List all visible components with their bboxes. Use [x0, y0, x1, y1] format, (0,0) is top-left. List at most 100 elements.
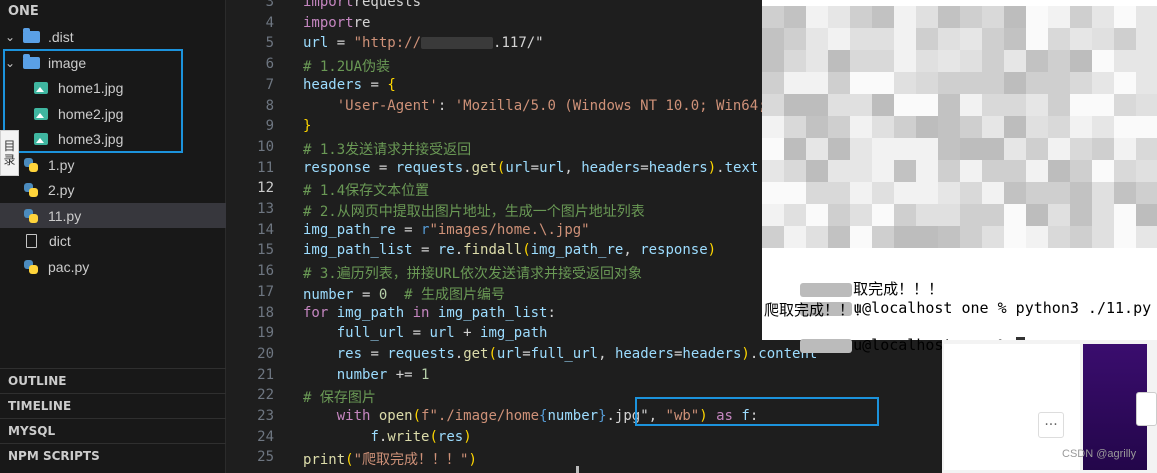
- redaction-tile: [1136, 94, 1157, 116]
- code-line: headers = {: [303, 77, 396, 93]
- redacted-block: [800, 338, 853, 353]
- code-token: requests: [387, 345, 455, 362]
- code-token: url: [496, 345, 523, 362]
- panel-timeline[interactable]: TIMELINE: [0, 393, 226, 418]
- tree-item-label: 1.py: [48, 156, 75, 173]
- redaction-tile: [960, 50, 982, 72]
- code-token: headers: [303, 76, 363, 93]
- line-number: 16: [257, 263, 274, 280]
- redaction-tile: [1070, 28, 1092, 50]
- redaction-tile: [828, 160, 850, 182]
- redaction-tile: [828, 116, 850, 138]
- panel-outline[interactable]: OUTLINE: [0, 368, 226, 393]
- tree-item-pacpy[interactable]: pac.py: [0, 254, 226, 279]
- code-token: =: [353, 286, 379, 303]
- code-token: number: [547, 408, 599, 424]
- code-line: f.write(res): [303, 428, 472, 445]
- code-token: headers: [648, 159, 708, 176]
- code-token: full_url: [530, 345, 599, 362]
- code-token: .: [454, 242, 464, 259]
- redaction-tile: [938, 182, 960, 204]
- redaction-tile: [762, 138, 784, 160]
- redaction-tile: [916, 50, 938, 72]
- code-token: "images/home.\.jpg": [429, 221, 590, 238]
- redaction-tile: [916, 138, 938, 160]
- directory-side-tab[interactable]: 目 录: [0, 130, 19, 176]
- redaction-tile: [982, 28, 1004, 50]
- code-token: .: [716, 159, 725, 176]
- redaction-tile: [1092, 72, 1114, 94]
- code-token: .: [463, 159, 472, 176]
- tree-item-1py[interactable]: 1.py: [0, 152, 226, 177]
- redaction-tile: [938, 6, 960, 28]
- redaction-tile: [1048, 160, 1070, 182]
- code-token: ): [707, 159, 717, 176]
- redaction-tile: [1026, 28, 1048, 50]
- code-token: # 生成图片编号: [404, 286, 506, 303]
- redaction-tile: [1048, 226, 1070, 248]
- code-token: (: [488, 345, 497, 362]
- redaction-tile: [872, 160, 894, 182]
- redaction-tile: [806, 94, 828, 116]
- redaction-tile: [1070, 72, 1092, 94]
- redaction-tile: [1092, 6, 1114, 28]
- line-number: 22: [257, 387, 274, 404]
- folder-icon: [23, 27, 40, 43]
- code-token: ): [468, 452, 477, 469]
- redaction-tile: [1114, 182, 1136, 204]
- tree-item-label: dict: [49, 232, 71, 249]
- redaction-tile: [1004, 50, 1026, 72]
- code-token: get: [471, 159, 497, 176]
- redaction-tile: [806, 116, 828, 138]
- redaction-tile: [762, 28, 784, 50]
- line-number: 14: [257, 221, 274, 238]
- redaction-tile: [828, 6, 850, 28]
- code-token: img_path_re: [303, 221, 396, 238]
- redaction-tile: [938, 28, 960, 50]
- tree-item-11py[interactable]: 11.py: [0, 203, 226, 228]
- redaction-tile: [784, 182, 806, 204]
- panel-npm-scripts[interactable]: NPM SCRIPTS: [0, 443, 226, 468]
- redaction-tile: [1136, 160, 1157, 182]
- code-token: import: [303, 0, 354, 10]
- code-line: full_url = url + img_path: [303, 325, 548, 341]
- redaction-tile: [982, 182, 1004, 204]
- redaction-tile: [872, 116, 894, 138]
- code-line: 'User-Agent': 'Mozilla/5.0 (Windows NT 1…: [303, 98, 767, 114]
- redaction-tile: [850, 160, 872, 182]
- code-token: headers: [614, 345, 674, 362]
- line-number: 24: [257, 428, 274, 445]
- tree-item-label: .dist: [48, 28, 74, 45]
- code-line: number += 1: [303, 367, 430, 383]
- redaction-tile: [1026, 94, 1048, 116]
- terminal-window[interactable]: 取完成！！！ u@localhost one % python3 ./11.py…: [762, 0, 1157, 354]
- line-number: 25: [257, 449, 274, 466]
- redaction-tile: [850, 204, 872, 226]
- redaction-tile: [762, 6, 784, 28]
- tree-item-dict[interactable]: dict: [0, 228, 226, 253]
- redaction-tile: [872, 226, 894, 248]
- code-token: url: [539, 159, 565, 176]
- code-token: =: [530, 159, 540, 176]
- redaction-tile: [916, 6, 938, 28]
- redaction-tile: [916, 28, 938, 50]
- redaction-tile: [938, 226, 960, 248]
- redaction-tile: [982, 138, 1004, 160]
- tree-item-2py[interactable]: 2.py: [0, 177, 226, 202]
- explorer-title: ONE: [8, 4, 39, 19]
- panel-mysql[interactable]: MYSQL: [0, 418, 226, 443]
- chevron-down-icon: ⌄: [4, 29, 16, 44]
- code-token: ): [463, 428, 472, 445]
- code-token: # 保存图片: [303, 390, 376, 407]
- code-token: # 1.3发送请求并接受返回: [303, 141, 472, 158]
- more-options-button[interactable]: ···: [1038, 412, 1064, 438]
- code-token: (: [345, 452, 354, 469]
- edge-tool-button[interactable]: [1136, 392, 1157, 426]
- code-token: # 3.遍历列表，拼接URL依次发送请求并接受返回对象: [303, 266, 642, 283]
- line-number: 23: [257, 408, 274, 424]
- tree-item-dist[interactable]: ⌄ .dist: [0, 24, 226, 49]
- redaction-tile: [894, 50, 916, 72]
